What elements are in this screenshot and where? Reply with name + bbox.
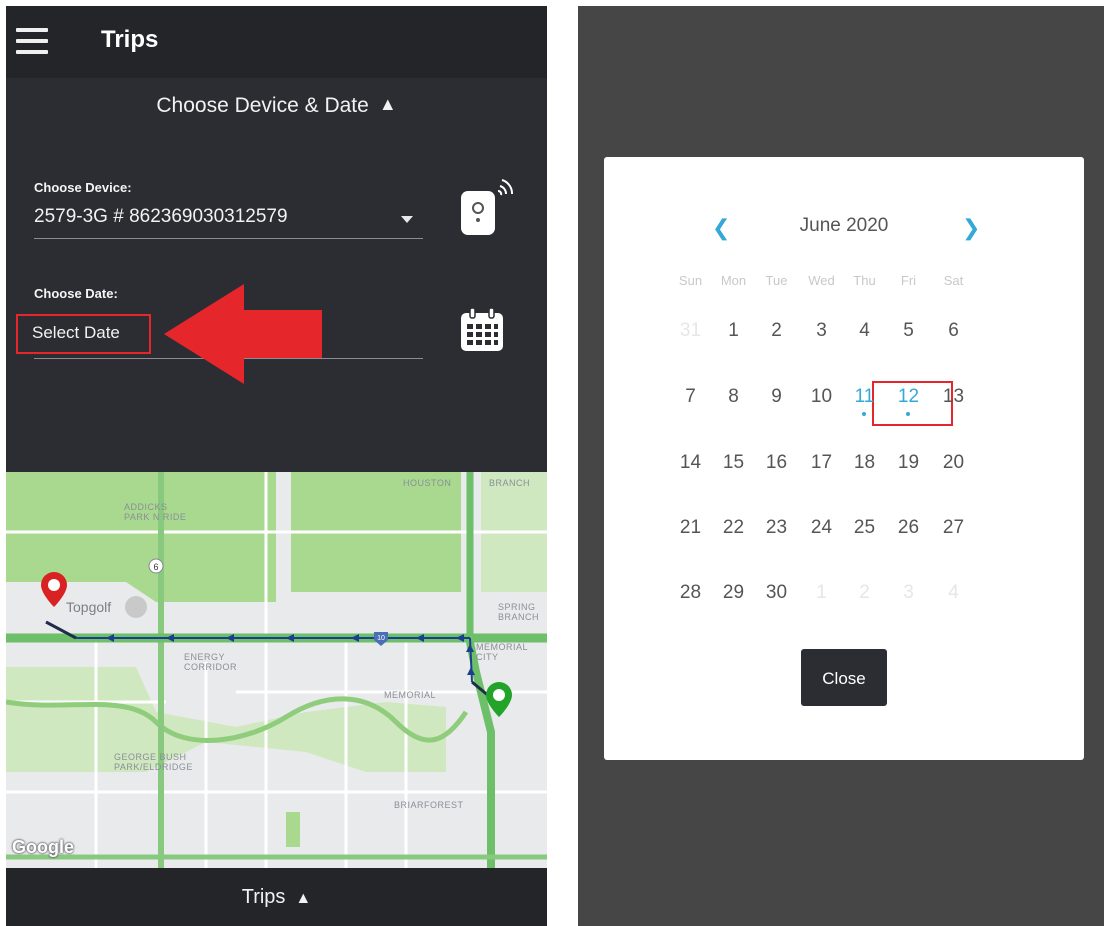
calendar-day[interactable]: 26 [886, 517, 931, 539]
weekday-header: Fri [900, 273, 917, 288]
calendar-day[interactable]: 6 [931, 320, 976, 342]
map-label-briarforest: BRIARFOREST [394, 800, 464, 810]
calendar-day[interactable]: 13 [931, 386, 976, 408]
gps-tracker-icon[interactable] [456, 176, 516, 241]
calendar-day[interactable]: 14 [668, 452, 713, 474]
calendar-day[interactable]: 21 [668, 517, 713, 539]
calendar-day[interactable]: 3 [799, 320, 844, 342]
date-picker-overlay: ❮ June 2020 ❯ Close Sun Mon Tue Wed Thu Fri Sa… [578, 6, 1104, 926]
calendar-day[interactable]: 30 [754, 582, 799, 604]
calendar-day[interactable]: 7 [668, 386, 713, 408]
calendar-day[interactable]: 27 [931, 517, 976, 539]
date-input[interactable]: Select Date [32, 323, 120, 343]
event-dot-marker [862, 412, 866, 416]
calendar-day[interactable]: 24 [799, 517, 844, 539]
calendar-day[interactable]: 5 [886, 320, 931, 342]
calendar-day[interactable]: 9 [754, 386, 799, 408]
calendar-day[interactable]: 17 [799, 452, 844, 474]
calendar-day[interactable]: 25 [842, 517, 887, 539]
map-label-energy-corridor: ENERGY CORRIDOR [184, 652, 237, 672]
weekday-header: Wed [808, 273, 835, 288]
weekday-header: Thu [853, 273, 876, 288]
svg-text:6: 6 [153, 562, 158, 572]
event-dot-marker [906, 412, 910, 416]
choose-device-date-label: Choose Device & Date [156, 94, 369, 117]
map-label-houston: HOUSTON [403, 478, 452, 488]
calendar-day[interactable]: 8 [711, 386, 756, 408]
choose-device-date-toggle[interactable]: Choose Device & Date ▲ [6, 94, 547, 118]
calendar-day[interactable]: 15 [711, 452, 756, 474]
calendar-day[interactable]: 10 [799, 386, 844, 408]
google-logo: Google [12, 837, 74, 857]
hamburger-menu-icon[interactable] [16, 28, 48, 54]
calendar-day[interactable]: 2 [754, 320, 799, 342]
device-select[interactable]: 2579-3G # 862369030312579 [34, 206, 288, 228]
calendar-day[interactable]: 1 [711, 320, 756, 342]
trips-screen: Trips Choose Device & Date ▲ Choose Devic… [6, 6, 547, 926]
calendar-day: 2 [859, 582, 870, 603]
calendar-day[interactable]: 22 [711, 517, 756, 539]
device-field-label: Choose Device: [34, 180, 132, 195]
calendar-day: 3 [903, 582, 914, 603]
map-label-george-bush-park: GEORGE BUSH PARK/ELDRIDGE [114, 752, 193, 772]
calendar-day[interactable]: 28 [668, 582, 713, 604]
dropdown-arrow-icon[interactable] [401, 216, 413, 223]
calendar-day: 4 [948, 582, 959, 603]
calendar-month-title: June 2020 [799, 215, 889, 236]
next-month-icon[interactable]: ❯ [962, 215, 980, 241]
chevron-up-icon: ▲ [295, 890, 312, 907]
calendar-day[interactable]: 16 [754, 452, 799, 474]
calendar-icon[interactable] [458, 306, 506, 354]
page-title: Trips [101, 26, 159, 53]
map-label-spring-branch: SPRING BRANCH [498, 602, 540, 622]
weekday-header: Sun [678, 273, 703, 288]
weekday-header: Mon [720, 273, 747, 288]
trips-toggle[interactable]: Trips ▲ [6, 868, 547, 926]
weekday-header: Tue [765, 273, 788, 288]
calendar-day: 31 [679, 320, 702, 341]
map-label-memorial: MEMORIAL [384, 690, 437, 700]
calendar-day[interactable]: 19 [886, 452, 931, 474]
trip-map[interactable]: 6 10 ADDICKS PARK N RIDE HOUSTON BRANCH E… [6, 472, 547, 868]
calendar-day: 1 [816, 582, 827, 603]
map-canvas: 6 10 [6, 472, 547, 868]
svg-text:10: 10 [377, 635, 385, 642]
date-picker-dialog: ❮ June 2020 ❯ Close Sun Mon Tue Wed Thu Fri Sa… [604, 157, 1084, 760]
calendar-day[interactable]: 18 [842, 452, 887, 474]
map-label-memorial-city: MEMORIAL CITY [476, 642, 528, 662]
calendar-day[interactable]: 11 [842, 386, 887, 408]
weekday-header: Sat [943, 273, 964, 288]
calendar-day[interactable]: 29 [711, 582, 756, 604]
close-button[interactable]: Close [801, 649, 887, 706]
app-bar: Trips [6, 6, 547, 78]
map-label-addicks: ADDICKS PARK N RIDE [124, 502, 187, 522]
map-poi-topgolf[interactable]: Topgolf [66, 599, 111, 615]
calendar-day[interactable]: 12 [886, 386, 931, 408]
date-field-label: Choose Date: [34, 286, 118, 301]
trips-toggle-label: Trips [241, 886, 286, 908]
red-arrow-annotation [164, 284, 322, 384]
calendar-day[interactable]: 23 [754, 517, 799, 539]
calendar-day[interactable]: 20 [931, 452, 976, 474]
calendar-day[interactable]: 4 [842, 320, 887, 342]
map-label-branch: BRANCH [489, 478, 531, 488]
device-field-underline [34, 238, 423, 239]
chevron-up-icon: ▲ [378, 94, 397, 114]
